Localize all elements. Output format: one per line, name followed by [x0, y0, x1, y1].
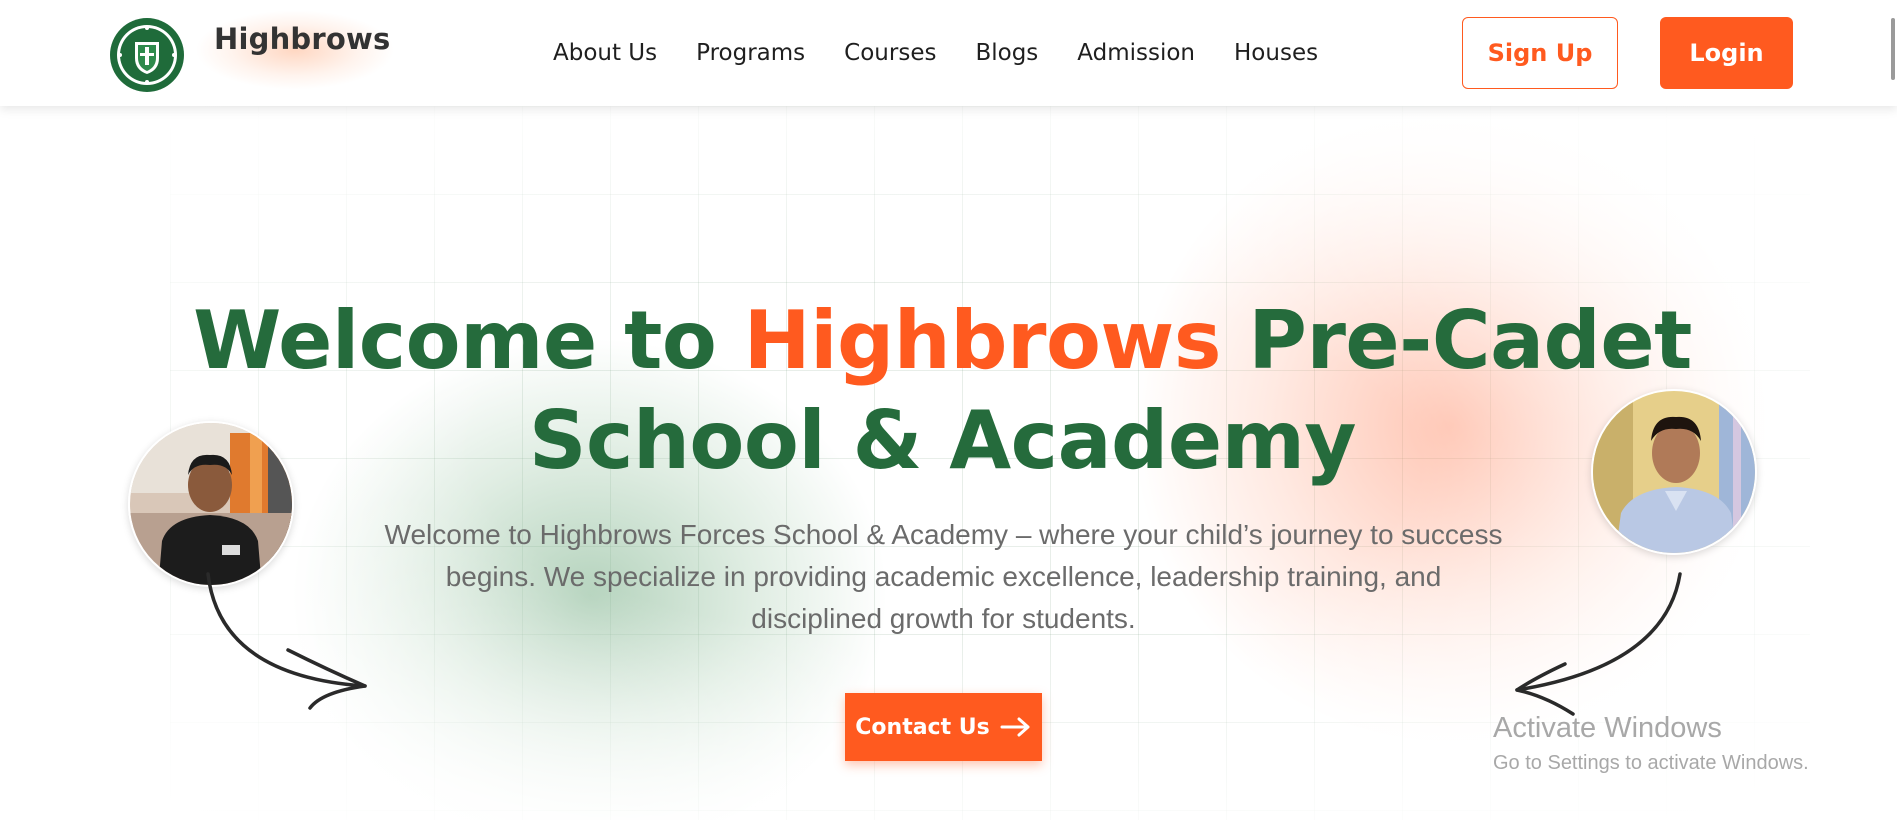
- school-crest-icon[interactable]: [108, 16, 186, 94]
- hero-title-accent: Highbrows: [743, 294, 1222, 387]
- student-photo-left: [130, 423, 292, 585]
- nav-item-houses[interactable]: Houses: [1234, 40, 1318, 66]
- nav-item-admission[interactable]: Admission: [1077, 40, 1195, 66]
- brand-name[interactable]: Highbrows: [214, 22, 390, 56]
- login-button[interactable]: Login: [1660, 17, 1793, 89]
- activate-windows-title: Activate Windows: [1493, 712, 1722, 744]
- main-nav: About Us Programs Courses Blogs Admissio…: [553, 40, 1357, 66]
- hero-subtitle: Welcome to Highbrows Forces School & Aca…: [384, 519, 1503, 634]
- arrow-right-icon: [1000, 717, 1030, 737]
- sign-up-button[interactable]: Sign Up: [1462, 17, 1618, 89]
- contact-us-label: Contact Us: [855, 714, 990, 740]
- nav-item-programs[interactable]: Programs: [696, 40, 805, 66]
- nav-item-blogs[interactable]: Blogs: [975, 40, 1038, 66]
- curved-arrow-left-icon: [206, 572, 367, 710]
- hero-title-prefix: Welcome to: [193, 294, 744, 387]
- student-avatar-left: [128, 421, 294, 587]
- student-avatar-right: [1591, 389, 1757, 555]
- activate-windows-subtitle: Go to Settings to activate Windows.: [1493, 752, 1809, 774]
- curved-arrow-right-icon: [1515, 572, 1682, 716]
- nav-item-about-us[interactable]: About Us: [553, 40, 657, 66]
- page-scrollbar[interactable]: [1891, 18, 1895, 80]
- site-header: Highbrows About Us Programs Courses Blog…: [0, 0, 1897, 106]
- contact-us-button[interactable]: Contact Us: [845, 693, 1042, 761]
- nav-item-courses[interactable]: Courses: [844, 40, 936, 66]
- student-photo-right: [1593, 391, 1755, 553]
- hero-title: Welcome to Highbrows Pre-Cadet School & …: [150, 291, 1735, 491]
